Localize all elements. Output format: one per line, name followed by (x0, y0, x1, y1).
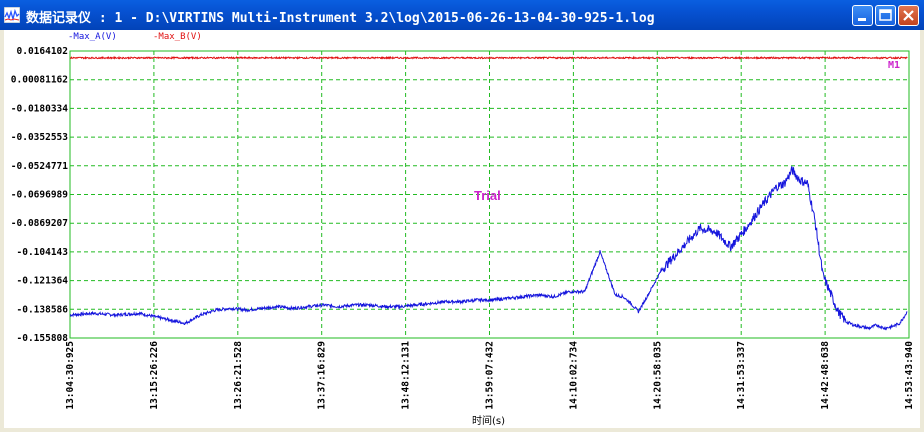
maximize-button[interactable] (875, 5, 896, 26)
y-tick-label: 0.0164102 (17, 46, 68, 57)
x-tick-label: 14:53:43:940 (904, 341, 915, 410)
chart-area[interactable]: -Max_A(V) -Max_B(V) 0.0164102 0.00081162 -0… (4, 30, 920, 428)
x-axis-label: 时间(s) (472, 414, 505, 427)
y-tick-label: -0.0352553 (11, 132, 68, 143)
marker-m1-label: M1 (888, 60, 900, 71)
x-tick-label: 13:26:21:528 (233, 341, 244, 410)
y-tick-label: -0.0869207 (11, 218, 68, 229)
maximize-icon (879, 9, 892, 21)
trial-watermark: Trial (474, 188, 501, 203)
y-tick-label: -0.121364 (17, 276, 69, 287)
y-tick-label: -0.138586 (17, 304, 69, 315)
close-icon (903, 10, 914, 21)
series-max-b-line (69, 55, 908, 60)
x-axis-ticks: 13:04:30:925 13:15:26:226 13:26:21:528 13:3… (65, 341, 915, 410)
x-tick-label: 14:42:48:638 (820, 341, 831, 410)
data-logger-chart[interactable]: -Max_A(V) -Max_B(V) 0.0164102 0.00081162 -0… (4, 30, 920, 428)
y-tick-label: -0.155808 (17, 333, 69, 344)
title-bar[interactable]: 数据记录仪 : 1 - D:\VIRTINS Multi-Instrument … (0, 0, 924, 30)
x-tick-label: 14:20:58:035 (652, 341, 663, 410)
x-tick-label: 13:15:26:226 (149, 341, 160, 410)
y-tick-label: -0.0696989 (11, 190, 68, 201)
legend-max-b: -Max_B(V) (153, 32, 202, 42)
y-tick-label: -0.0524771 (11, 161, 68, 172)
x-tick-label: 14:31:53:337 (736, 341, 747, 410)
minimize-button[interactable] (852, 5, 873, 26)
y-tick-label: -0.104143 (17, 247, 69, 258)
legend-max-a: -Max_A(V) (68, 32, 117, 42)
x-tick-label: 13:37:16:829 (317, 341, 328, 410)
y-axis-ticks: 0.0164102 0.00081162 -0.0180334 -0.0352553 -… (11, 46, 68, 344)
x-tick-label: 13:48:12:131 (401, 341, 412, 410)
y-tick-label: 0.00081162 (11, 75, 68, 86)
y-tick-label: -0.0180334 (11, 103, 68, 114)
x-tick-label: 14:10:02:734 (568, 341, 579, 410)
window-title: 数据记录仪 : 1 - D:\VIRTINS Multi-Instrument … (26, 11, 655, 26)
x-tick-label: 13:59:07:432 (485, 341, 496, 410)
x-tick-label: 13:04:30:925 (65, 341, 76, 410)
app-icon (4, 7, 20, 23)
legend: -Max_A(V) -Max_B(V) (68, 32, 202, 42)
window: 数据记录仪 : 1 - D:\VIRTINS Multi-Instrument … (0, 0, 924, 432)
minimize-icon (858, 18, 866, 21)
close-button[interactable] (898, 5, 919, 26)
